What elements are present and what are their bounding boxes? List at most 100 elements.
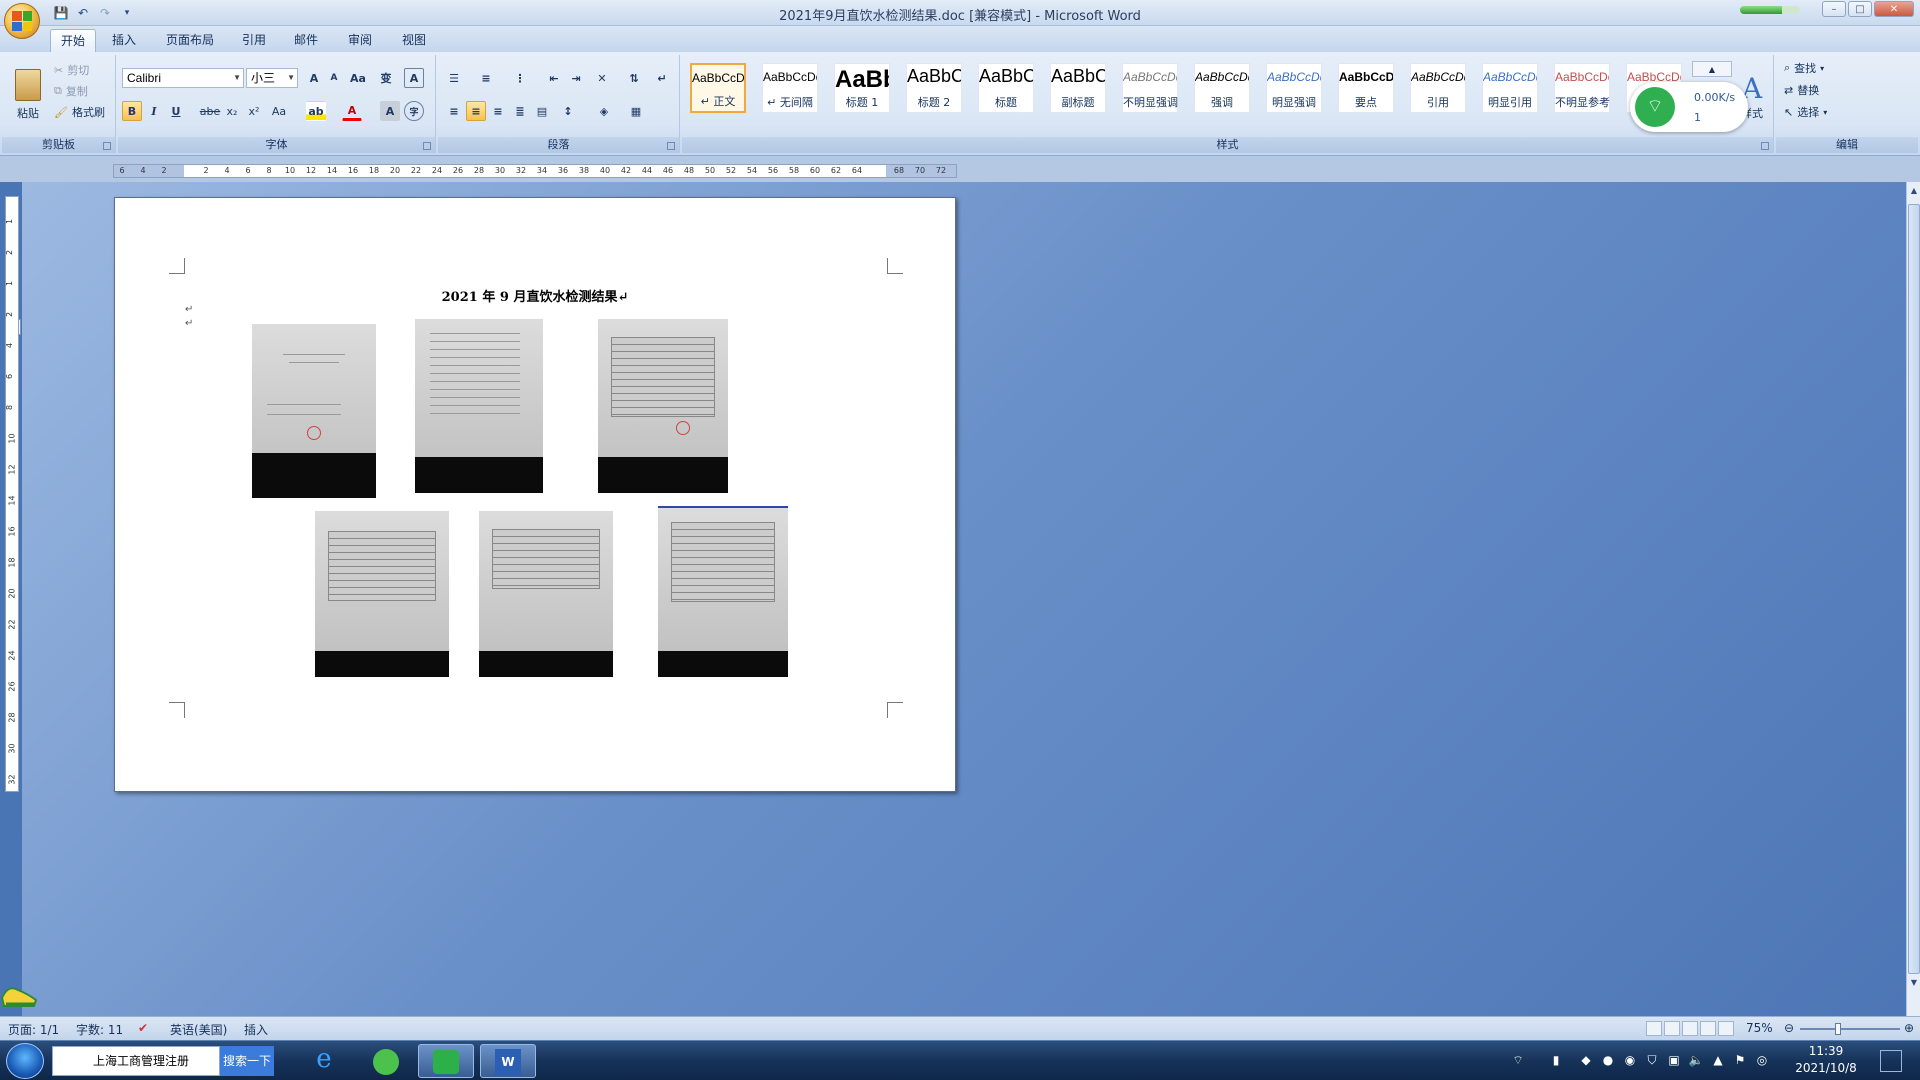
shrink-font-button[interactable]: A	[324, 68, 344, 88]
superscript-button[interactable]: x²	[244, 101, 264, 121]
vertical-ruler[interactable]: 1 2 1 2 4 6 8 10 12 14 16 18 20 22 24 26 28 30 32	[5, 196, 19, 792]
taskbar-search-input[interactable]: 上海工商管理注册	[52, 1046, 220, 1076]
maximize-button[interactable]: □	[1848, 1, 1872, 17]
tab-references[interactable]: 引用	[232, 29, 276, 52]
proofing-icon[interactable]: ✔	[138, 1021, 148, 1035]
page-count[interactable]: 页面: 1/1	[8, 1021, 59, 1038]
char-border-button[interactable]: A	[404, 68, 424, 88]
scroll-up-icon[interactable]: ▲	[1908, 186, 1920, 198]
line-spacing-icon[interactable]: ↕	[558, 101, 578, 121]
network-tray-icon[interactable]: ▣	[1666, 1053, 1682, 1069]
style-tile-12[interactable]: AaBbCcDd 明显引用	[1482, 63, 1538, 113]
style-tile-10[interactable]: AaBbCcDd 要点	[1338, 63, 1394, 113]
wechat-tray-icon[interactable]: ◎	[1754, 1053, 1770, 1069]
strikethrough-button[interactable]: abe	[200, 101, 221, 121]
draft-icon[interactable]	[1718, 1021, 1734, 1036]
subscript-button[interactable]: x₂	[222, 101, 242, 121]
dialog-launcher-icon[interactable]	[1761, 142, 1769, 150]
office-button[interactable]	[4, 3, 40, 39]
scrollbar-thumb[interactable]	[1908, 204, 1920, 974]
align-center-icon[interactable]: ≡	[466, 101, 486, 121]
zoom-in-icon[interactable]: ⊕	[1904, 1021, 1914, 1035]
desktop-pet-icon[interactable]	[0, 970, 38, 1010]
borders-icon[interactable]: ▦	[626, 101, 646, 121]
vertical-scrollbar[interactable]: ▲ ▼	[1906, 182, 1920, 1016]
enclose-char-button[interactable]: 字	[404, 101, 424, 121]
chinese-layout-icon[interactable]: ✕	[592, 68, 612, 88]
underline-button[interactable]: U	[166, 101, 186, 121]
font-color-button[interactable]: A	[342, 101, 362, 121]
char-shading-button[interactable]: A	[380, 101, 400, 121]
tab-page-layout[interactable]: 页面布局	[156, 29, 224, 52]
minimize-button[interactable]: –	[1822, 1, 1846, 17]
speaker-icon[interactable]: 🔈	[1688, 1053, 1704, 1069]
show-desktop-icon[interactable]	[1880, 1050, 1902, 1072]
scroll-down-icon[interactable]: ▼	[1908, 978, 1920, 990]
increase-indent-icon[interactable]: ⇥	[566, 68, 586, 88]
tab-review[interactable]: 审阅	[338, 29, 382, 52]
ie-browser-icon[interactable]: e	[296, 1044, 352, 1078]
shield-icon[interactable]: ⛉	[1644, 1053, 1660, 1069]
style-tile-11[interactable]: AaBbCcDd 引用	[1410, 63, 1466, 113]
style-tile-13[interactable]: AaBbCcDd 不明显参考	[1554, 63, 1610, 113]
outline-icon[interactable]	[1700, 1021, 1716, 1036]
close-button[interactable]: ✕	[1874, 1, 1914, 17]
full-screen-reading-icon[interactable]	[1664, 1021, 1680, 1036]
style-tile-8[interactable]: AaBbCcDd 强调	[1194, 63, 1250, 113]
word-app-icon[interactable]: W	[480, 1044, 536, 1078]
language-indicator[interactable]: 英语(美国)	[170, 1021, 227, 1038]
start-button[interactable]	[6, 1043, 44, 1079]
numbering-icon[interactable]: ≡	[476, 68, 496, 88]
tab-mailings[interactable]: 邮件	[284, 29, 328, 52]
grow-font-button[interactable]: A	[304, 68, 324, 88]
style-tile-2[interactable]: AaBbCcDd ↵ 无间隔	[762, 63, 818, 113]
zoom-slider[interactable]	[1800, 1023, 1900, 1035]
wifi-tray-icon[interactable]: ⌔	[1510, 1053, 1526, 1069]
antivirus-icon[interactable]: ◆	[1578, 1053, 1594, 1069]
font-size-combo[interactable]: 小三 ▼	[246, 68, 298, 88]
signal-icon[interactable]: ▲	[1710, 1053, 1726, 1069]
format-painter-button[interactable]: 🖌 格式刷	[54, 103, 105, 121]
bold-button[interactable]: B	[122, 101, 142, 121]
replace-button[interactable]: ⇄ 替换	[1784, 81, 1819, 99]
highlight-button[interactable]: ab	[306, 101, 326, 121]
zoom-level[interactable]: 75%	[1746, 1021, 1773, 1035]
flag-icon[interactable]: ⚑	[1732, 1053, 1748, 1069]
wechat-app-icon[interactable]	[418, 1044, 474, 1078]
test-results-image[interactable]	[658, 506, 788, 677]
shading-icon[interactable]: ◈	[594, 101, 614, 121]
sort-icon[interactable]: ⇅	[624, 68, 644, 88]
app-360-icon[interactable]	[358, 1044, 414, 1078]
report-table-image[interactable]	[598, 319, 728, 493]
dialog-launcher-icon[interactable]	[423, 142, 431, 150]
word-count[interactable]: 字数: 11	[76, 1021, 123, 1038]
insert-mode[interactable]: 插入	[244, 1021, 268, 1038]
paste-button[interactable]: 粘贴	[6, 59, 50, 131]
print-layout-icon[interactable]	[1646, 1021, 1662, 1036]
align-left-icon[interactable]: ≡	[444, 101, 464, 121]
style-tile-3[interactable]: AaBb 标题 1	[834, 63, 890, 113]
dialog-launcher-icon[interactable]	[103, 142, 111, 150]
gallery-up-icon[interactable]: ▲	[1692, 61, 1732, 77]
tab-home[interactable]: 开始	[50, 29, 97, 52]
style-tile-1[interactable]: AaBbCcDd ↵ 正文	[690, 63, 746, 113]
tab-insert[interactable]: 插入	[102, 29, 146, 52]
horizontal-ruler[interactable]: 6 4 2 2 4 6 8 10 12 14 16 18 20 22 24 26 28 30 32 34 36 38 40 4…	[113, 164, 957, 178]
select-button[interactable]: ↖ 选择 ▾	[1784, 103, 1827, 121]
italic-button[interactable]: I	[144, 101, 164, 121]
clock[interactable]: 11:39 2021/10/8	[1786, 1043, 1866, 1077]
battery-icon[interactable]: ▮	[1548, 1053, 1564, 1069]
report-cover-image[interactable]	[252, 324, 376, 498]
test-results-image[interactable]	[315, 511, 449, 677]
web-layout-icon[interactable]	[1682, 1021, 1698, 1036]
decrease-indent-icon[interactable]: ⇤	[544, 68, 564, 88]
show-marks-icon[interactable]: ↵	[652, 68, 672, 88]
change-case-button[interactable]: Aa	[266, 101, 292, 121]
taskbar-search-button[interactable]: 搜索一下	[220, 1046, 274, 1076]
cut-button[interactable]: ✂ 剪切	[54, 61, 89, 79]
phonetic-guide-button[interactable]: 变	[376, 68, 396, 88]
style-tile-4[interactable]: AaBbC 标题 2	[906, 63, 962, 113]
clear-format-button[interactable]: Aa	[348, 68, 368, 88]
distributed-icon[interactable]: ▤	[532, 101, 552, 121]
style-tile-9[interactable]: AaBbCcDd 明显强调	[1266, 63, 1322, 113]
